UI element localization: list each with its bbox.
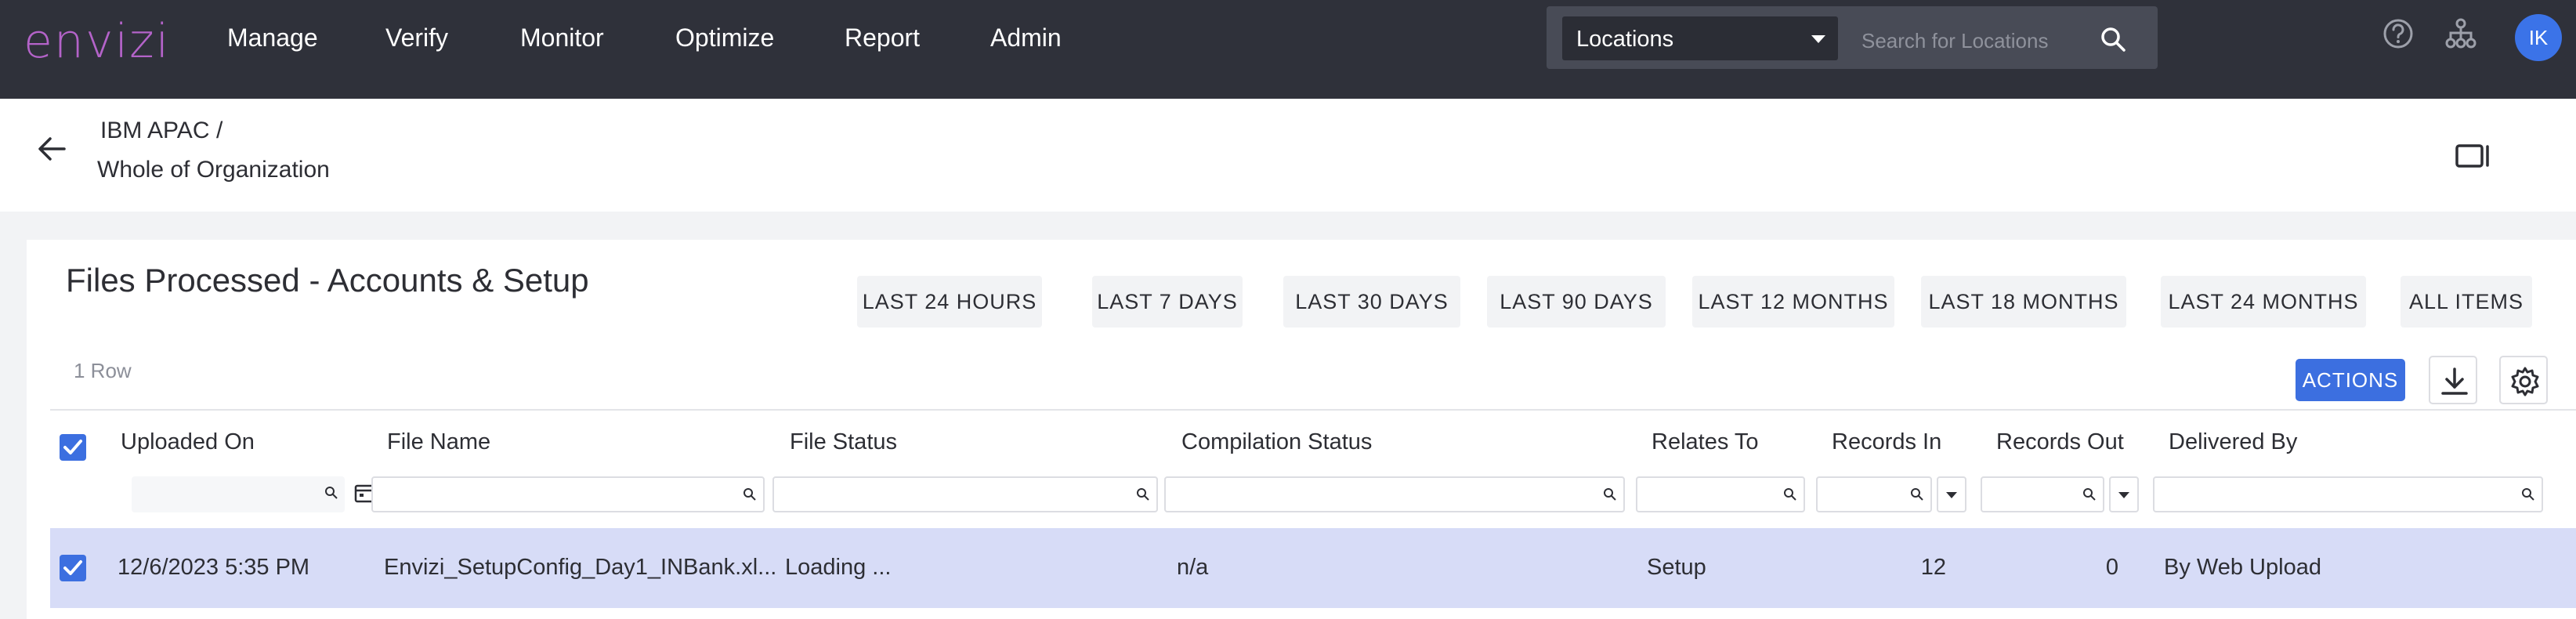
report-title: Files Processed - Accounts & Setup [66, 262, 589, 299]
filter-compilation-status[interactable] [1164, 476, 1625, 512]
search-icon [1910, 487, 1924, 505]
nav-item-admin[interactable]: Admin [990, 24, 1062, 52]
cell-records-out: 0 [2105, 555, 2118, 580]
column-header-uploaded-on[interactable]: Uploaded On [121, 429, 255, 455]
column-header-delivered-by[interactable]: Delivered By [2169, 429, 2297, 455]
cell-file-status: Loading ... [785, 555, 892, 580]
user-avatar[interactable]: IK [2515, 14, 2562, 61]
period-last-24-months[interactable]: LAST 24 MONTHS [2161, 276, 2366, 328]
nav-item-report[interactable]: Report [845, 24, 920, 52]
filter-file-name[interactable] [371, 476, 765, 512]
filter-relates-to[interactable] [1636, 476, 1805, 512]
breadcrumb-current: Whole of Organization [97, 157, 330, 183]
nav-item-monitor[interactable]: Monitor [520, 24, 604, 52]
table-row[interactable]: 12/6/2023 5:35 PM Envizi_SetupConfig_Day… [50, 528, 2576, 608]
search-placeholder: Search for Locations [1861, 29, 2049, 52]
search-icon [2521, 487, 2535, 505]
actions-button[interactable]: ACTIONS [2296, 359, 2405, 401]
search-icon [1783, 487, 1797, 505]
search-scope-value: Locations [1576, 27, 1674, 52]
checkbox-checked-icon [63, 560, 82, 575]
column-header-compilation-status[interactable]: Compilation Status [1181, 429, 1372, 455]
search-icon [1136, 487, 1150, 505]
column-header-records-in[interactable]: Records In [1832, 429, 1941, 455]
period-last-12-months[interactable]: LAST 12 MONTHS [1692, 276, 1894, 328]
nav-item-manage[interactable]: Manage [227, 24, 318, 52]
period-last-24-hours[interactable]: LAST 24 HOURS [857, 276, 1042, 328]
cell-delivered-by: By Web Upload [2164, 555, 2321, 580]
checkbox-checked-icon [63, 440, 82, 454]
records-in-operator-dropdown[interactable] [1937, 476, 1966, 512]
breadcrumb-parent[interactable]: IBM APAC [100, 118, 209, 144]
cell-records-in: 12 [1920, 555, 1946, 580]
column-header-records-out[interactable]: Records Out [1996, 429, 2124, 455]
download-icon [2441, 367, 2468, 395]
global-search: Locations Search for Locations [1547, 6, 2158, 69]
chevron-down-icon [1811, 35, 1825, 43]
settings-icon [2511, 367, 2539, 396]
search-icon [743, 487, 757, 505]
breadcrumb-separator: / [216, 118, 223, 143]
period-all-items[interactable]: ALL ITEMS [2401, 276, 2532, 328]
search-icon [1603, 487, 1617, 505]
settings-button[interactable] [2499, 356, 2548, 404]
top-navigation-bar: envizi Manage Verify Monitor Optimize Re… [0, 0, 2576, 99]
hierarchy-icon[interactable] [2444, 17, 2477, 54]
report-card: Files Processed - Accounts & Setup LAST … [27, 240, 2576, 619]
envizi-logo[interactable]: envizi [24, 14, 170, 69]
period-last-7-days[interactable]: LAST 7 DAYS [1092, 276, 1243, 328]
period-last-18-months[interactable]: LAST 18 MONTHS [1921, 276, 2126, 328]
filter-records-out[interactable] [1981, 476, 2104, 512]
filter-records-in[interactable] [1816, 476, 1932, 512]
search-input[interactable]: Search for Locations [1849, 16, 2140, 60]
search-scope-select[interactable]: Locations [1562, 16, 1838, 60]
filter-file-status[interactable] [772, 476, 1158, 512]
select-all-checkbox[interactable] [60, 434, 86, 461]
files-table: Uploaded On File Name File Status Compil… [50, 409, 2576, 619]
nav-item-optimize[interactable]: Optimize [675, 24, 774, 52]
period-last-30-days[interactable]: LAST 30 DAYS [1283, 276, 1460, 328]
filter-uploaded-on[interactable] [132, 476, 345, 512]
row-checkbox[interactable] [60, 555, 86, 581]
column-header-file-name[interactable]: File Name [387, 429, 490, 455]
column-header-file-status[interactable]: File Status [790, 429, 897, 455]
period-last-90-days[interactable]: LAST 90 DAYS [1487, 276, 1666, 328]
cell-uploaded-on: 12/6/2023 5:35 PM [118, 555, 310, 580]
row-count: 1 Row [74, 359, 132, 382]
breadcrumb-header: IBM APAC / Whole of Organization [0, 99, 2576, 212]
chevron-down-icon [1946, 492, 1957, 498]
cell-file-name[interactable]: Envizi_SetupConfig_Day1_INBank.xl... [384, 555, 776, 581]
nav-item-verify[interactable]: Verify [385, 24, 448, 52]
panel-icon[interactable] [2455, 144, 2490, 172]
search-icon [324, 486, 338, 504]
cell-compilation-status: n/a [1177, 555, 1209, 580]
chevron-down-icon [2118, 492, 2129, 498]
download-button[interactable] [2429, 356, 2477, 404]
search-icon [2082, 487, 2097, 505]
records-out-operator-dropdown[interactable] [2109, 476, 2139, 512]
filter-delivered-by[interactable] [2153, 476, 2543, 512]
search-icon[interactable] [2100, 26, 2126, 58]
cell-relates-to: Setup [1647, 555, 1706, 580]
column-header-relates-to[interactable]: Relates To [1652, 429, 1759, 455]
back-arrow-icon[interactable] [36, 133, 67, 168]
help-icon[interactable] [2382, 17, 2415, 54]
